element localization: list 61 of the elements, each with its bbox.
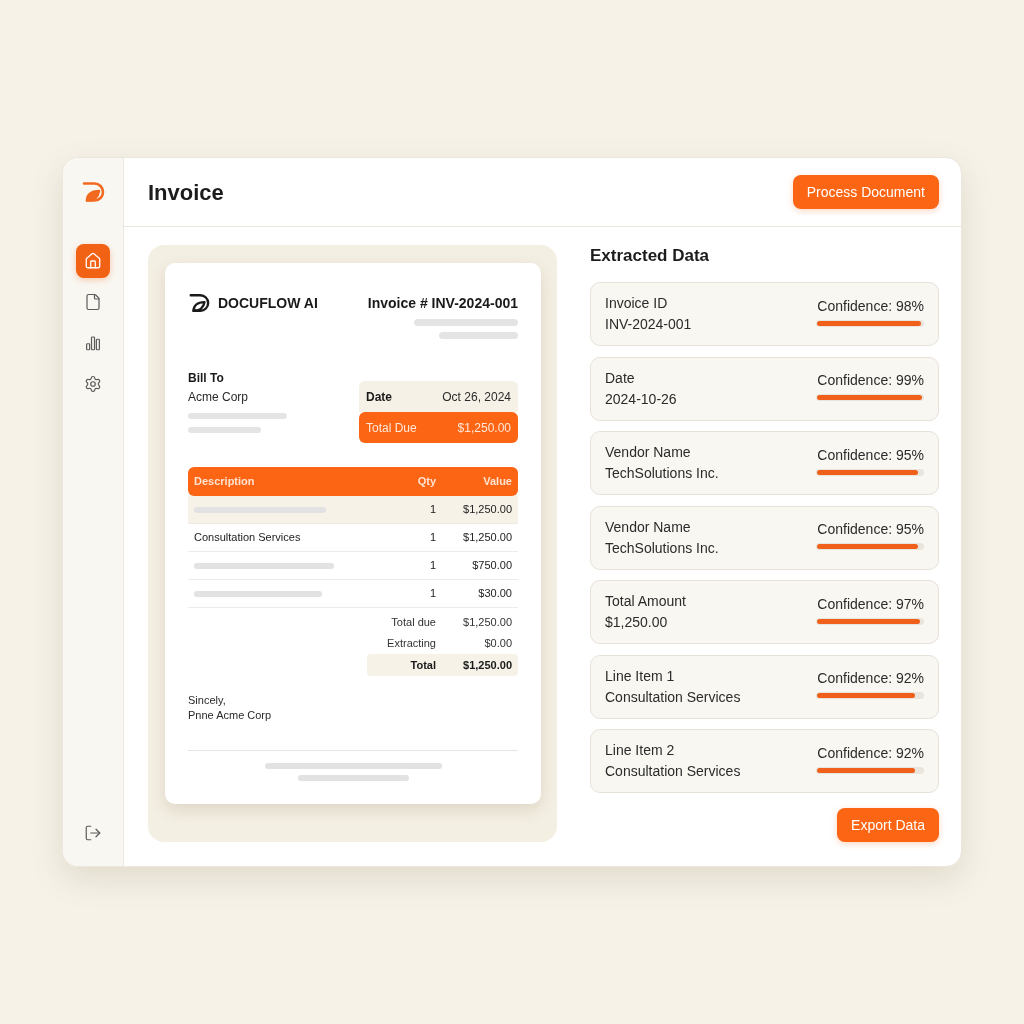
confidence-text: Confidence: 92% (817, 743, 924, 762)
total-due-value: $1,250.00 (457, 419, 511, 437)
table-cell-text: $750.00 (472, 558, 513, 574)
file-icon (84, 293, 102, 311)
field-label: Vendor Name (605, 443, 691, 462)
field-value: Consultation Services (605, 762, 741, 781)
home-icon (84, 252, 102, 270)
bar-chart-icon (84, 334, 102, 352)
confidence-text: Confidence: 98% (817, 296, 924, 315)
closing-text: Pnne Acme Corp (188, 708, 272, 723)
field-value: INV-2024-001 (605, 315, 692, 334)
table-cell-text: $1,250.00 (463, 502, 513, 518)
confidence-text: Confidence: 95% (817, 445, 924, 464)
table-cell-text: 1 (429, 502, 436, 518)
confidence-text: Confidence: 95% (817, 520, 924, 538)
confidence-text: Confidence: 92% (817, 669, 924, 687)
bill-to-label: Bill To (188, 370, 225, 386)
column-header: Description (193, 474, 255, 490)
table-cell-text: $30.00 (478, 586, 513, 602)
field-value: 2024-10-26 (605, 389, 677, 409)
field-value: Consultation Services (605, 687, 741, 707)
total-value: $1,250.00 (462, 615, 513, 631)
brand-name: DOCUFLOW AI (218, 293, 318, 313)
closing-text: Sincely, (188, 693, 226, 708)
total-label: Total due (391, 615, 436, 631)
nav-button[interactable] (76, 244, 110, 278)
process-document-button[interactable]: Process Document (792, 175, 939, 209)
export-data-button[interactable]: Export Data (837, 808, 939, 842)
field-label: Invoice ID (605, 294, 668, 313)
column-header: Qty (417, 474, 436, 490)
table-cell-text: $1,250.00 (463, 530, 513, 546)
field-label: Line Item 1 (605, 666, 675, 686)
date-value: Oct 26, 2024 (442, 388, 511, 406)
confidence-text: Confidence: 97% (817, 594, 924, 613)
field-value: $1,250.00 (605, 613, 668, 632)
grand-total-label: Total (410, 657, 436, 673)
field-label: Date (605, 368, 635, 388)
column-header: Value (483, 474, 513, 490)
field-label: Line Item 2 (605, 741, 675, 760)
total-label: Extracting (387, 636, 436, 652)
table-cell-text: 1 (429, 586, 436, 602)
field-label: Vendor Name (605, 517, 691, 537)
page-title: Invoice (148, 178, 224, 207)
field-value: TechSolutions Inc. (605, 538, 719, 558)
section-title: Extracted Data (590, 245, 710, 267)
logout-icon[interactable] (84, 824, 102, 842)
grand-total-value: $1,250.00 (462, 657, 513, 673)
total-due-label: Total Due (366, 419, 417, 437)
invoice-number: Invoice # INV-2024-001 (367, 293, 518, 313)
bill-to-name: Acme Corp (188, 389, 250, 405)
total-value: $0.00 (483, 636, 513, 652)
logo-icon (188, 292, 210, 314)
confidence-text: Confidence: 99% (817, 371, 924, 389)
settings-icon (84, 375, 102, 393)
logo-icon (81, 180, 105, 204)
table-cell-text: 1 (429, 558, 436, 574)
table-cell-text: Consultation Services (193, 530, 301, 546)
field-value: TechSolutions Inc. (605, 464, 719, 483)
date-label: Date (366, 388, 392, 406)
table-cell-text: 1 (429, 530, 436, 546)
field-label: Total Amount (605, 592, 686, 611)
